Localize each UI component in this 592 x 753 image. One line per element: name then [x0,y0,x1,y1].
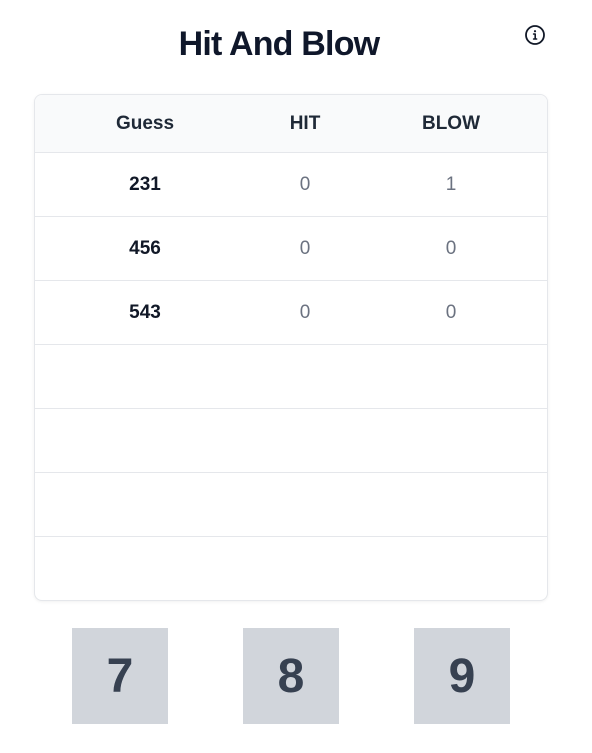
hit-cell: 0 [299,173,311,195]
guess-cell: 456 [129,237,161,259]
column-header-guess: Guess [115,112,175,134]
guess-cell: 543 [129,301,161,323]
key-9-button[interactable]: 9 [414,628,510,724]
hit-cell: 0 [299,301,311,323]
column-header-blow: BLOW [421,112,481,134]
table-header: Guess HIT BLOW [35,95,547,153]
hit-cell: 0 [299,237,311,259]
game-screen: Hit And Blow Guess HIT BLOW 231 0 1 456 … [0,0,592,753]
info-icon[interactable] [524,24,546,46]
table-row: 231 0 1 [35,153,547,217]
guess-history-table: Guess HIT BLOW 231 0 1 456 0 0 543 0 0 [34,94,548,601]
blow-cell: 1 [445,173,457,195]
key-7-button[interactable]: 7 [72,628,168,724]
blow-cell: 0 [445,237,457,259]
number-keypad: 7 8 9 [0,628,592,753]
table-row: 456 0 0 [35,217,547,281]
page-title: Hit And Blow [178,25,380,63]
table-row [35,409,547,473]
guess-cell: 231 [129,173,161,195]
key-8-button[interactable]: 8 [243,628,339,724]
column-header-hit: HIT [289,112,321,134]
table-row: 543 0 0 [35,281,547,345]
table-row [35,537,547,600]
table-row [35,473,547,537]
blow-cell: 0 [445,301,457,323]
table-row [35,345,547,409]
